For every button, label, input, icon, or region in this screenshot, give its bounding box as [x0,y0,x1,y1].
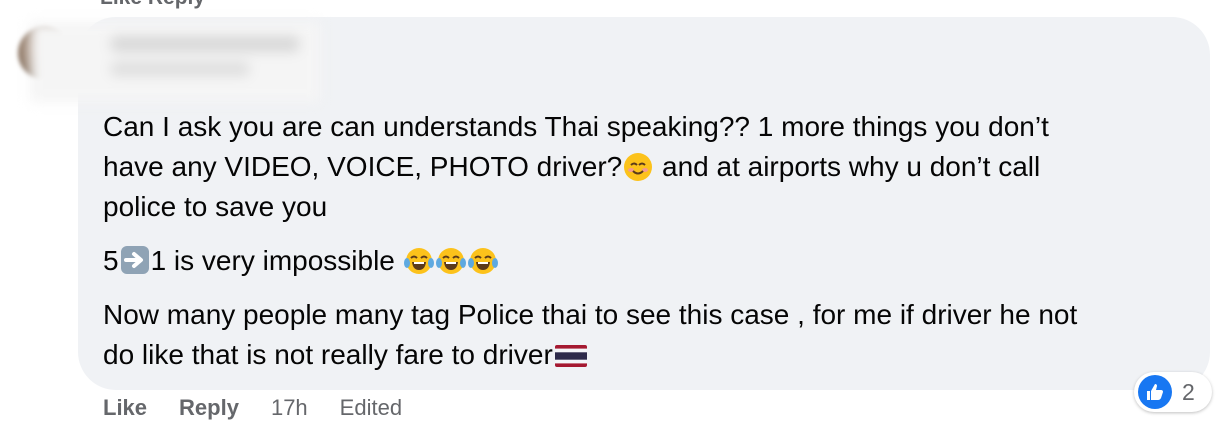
p2-part-a: 5 [103,245,119,276]
reaction-summary[interactable]: 2 [1134,372,1212,412]
comment-paragraph-2: 5 1 is very impossible [103,241,1193,281]
tears-of-joy-emoji-icon [403,248,434,274]
comment-paragraph-1: Can I ask you are can understands Thai s… [103,107,1193,227]
reply-button[interactable]: Reply [179,395,239,421]
like-reaction-icon [1138,375,1172,409]
comment-actions: Like Reply 17h Edited [103,395,434,421]
reaction-count: 2 [1182,378,1195,405]
author-name-redacted [30,22,320,102]
p1-line1: Can I ask you are can understands Thai s… [103,111,1049,142]
like-button[interactable]: Like [103,395,147,421]
p1-line2a: have any VIDEO, VOICE, PHOTO driver? [103,151,623,182]
comment-body: Can I ask you are can understands Thai s… [103,107,1193,389]
p3-line2: do like that is not really fare to drive… [103,339,553,370]
tears-of-joy-emoji-icon [435,248,466,274]
p1-line3: police to save you [103,191,328,222]
tears-of-joy-emoji-icon [467,248,498,274]
previous-actions-label: Like Reply [100,0,205,9]
edited-label[interactable]: Edited [340,395,402,421]
p1-line2b: and at airports why u don’t call [654,151,1041,182]
comment-paragraph-3: Now many people many tag Police thai to … [103,295,1193,375]
thailand-flag-emoji-icon [554,345,587,367]
p3-line1: Now many people many tag Police thai to … [103,299,1078,330]
timestamp-link[interactable]: 17h [271,395,308,421]
right-arrow-emoji-icon [120,246,149,274]
smiling-face-emoji-icon [624,153,653,181]
previous-comment-actions: Like Reply [100,0,205,10]
p2-part-b: 1 is very impossible [150,245,403,276]
